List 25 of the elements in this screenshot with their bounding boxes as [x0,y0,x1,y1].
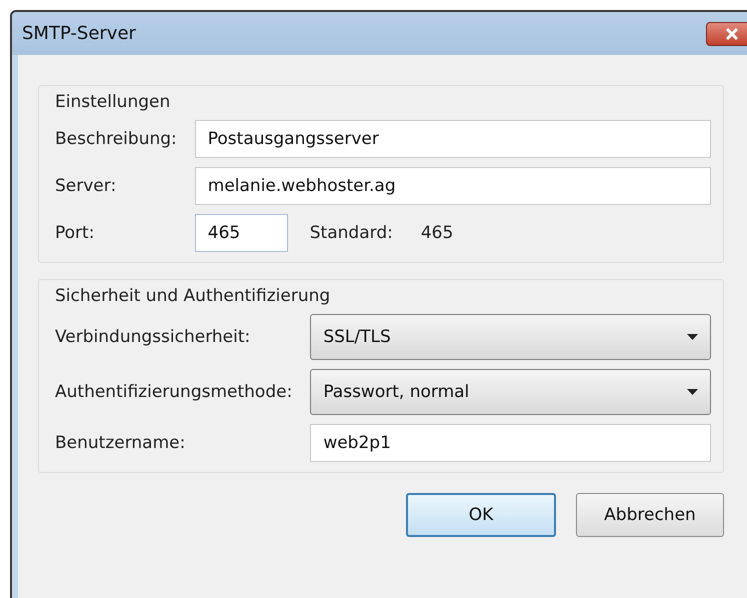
port-field[interactable]: 465 [194,214,288,252]
field-label: Verbindungssicherheit: [55,327,252,347]
dialog-button[interactable]: Abbrechen [576,493,724,537]
dropdown-value: Passwort, normal [323,382,470,402]
caret-icon [687,334,698,340]
caret-icon [687,389,698,395]
window-title: SMTP-Server [22,23,136,44]
group-title: Sicherheit und Authentifizierung [55,286,332,306]
field-label: Benutzername: [55,433,186,453]
close-button[interactable] [706,22,747,46]
field-label: Port: [55,223,96,243]
field-label: Beschreibung: [55,129,177,149]
text-field[interactable]: Postausgangsserver [194,120,711,158]
default-label: Standard: [310,223,393,243]
field-label: Server: [55,176,118,196]
dropdown[interactable]: SSL/TLS [310,314,711,360]
text-field[interactable]: melanie.webhoster.ag [194,167,711,205]
dropdown-value: SSL/TLS [323,327,391,347]
dialog-button[interactable]: OK [406,493,556,537]
dropdown[interactable]: Passwort, normal [310,369,711,415]
close-icon [724,28,740,40]
default-value: 465 [420,223,454,243]
group-title: Einstellungen [55,92,172,112]
text-field[interactable]: web2p1 [310,424,711,462]
field-label: Authentifizierungsmethode: [55,382,292,402]
